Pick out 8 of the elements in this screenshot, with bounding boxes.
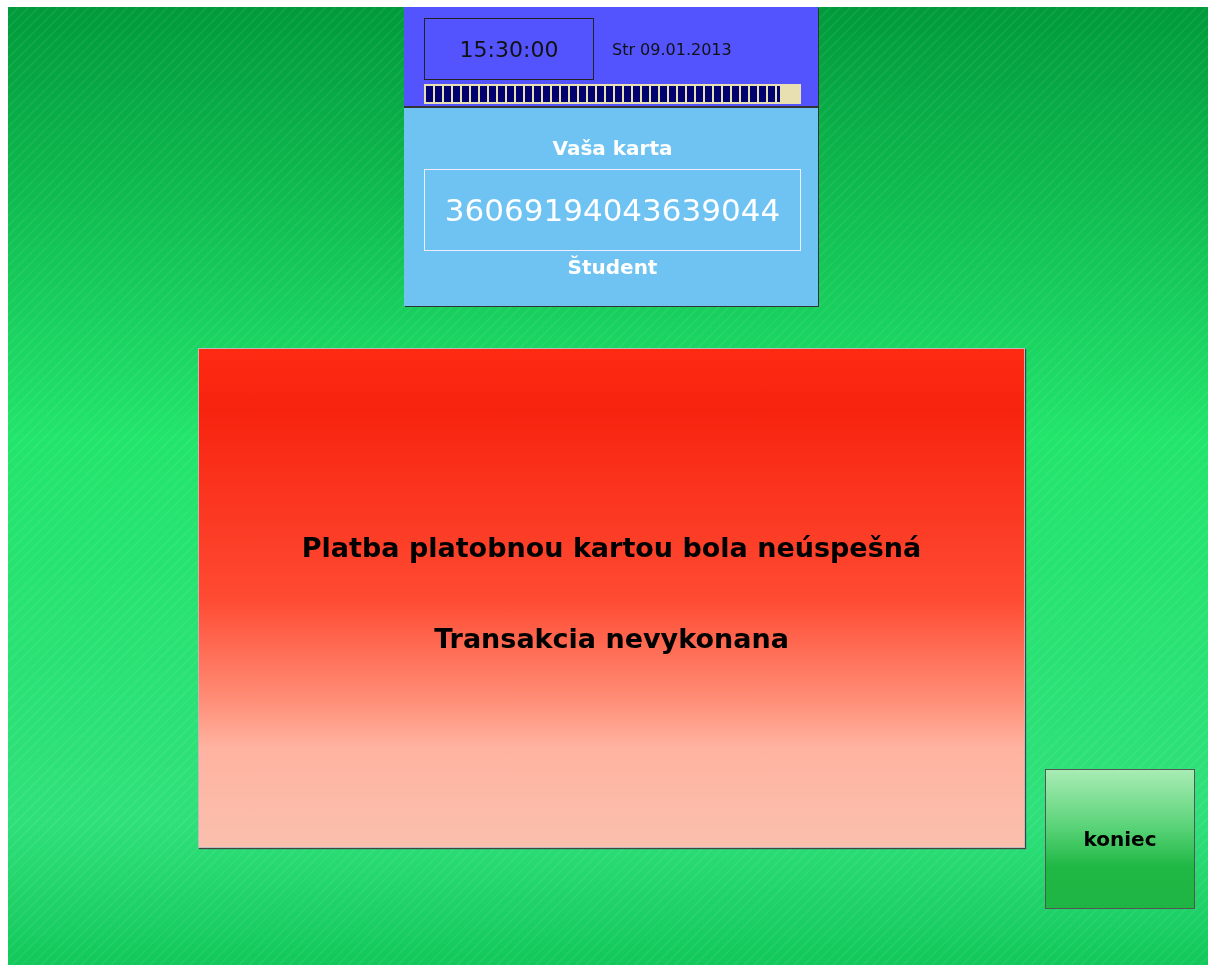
card-number: 36069194043639044	[424, 169, 801, 251]
clock-time: 15:30:00	[424, 18, 594, 80]
card-title: Vaša karta	[552, 136, 673, 160]
message-text: Transakcia nevykonana	[434, 623, 789, 654]
clock-date: Str 09.01.2013	[612, 39, 732, 59]
card-type: Študent	[567, 255, 658, 279]
message-text: Platba platobnou kartou bola neúspešná	[301, 532, 922, 563]
end-button[interactable]: koniec	[1045, 769, 1195, 909]
